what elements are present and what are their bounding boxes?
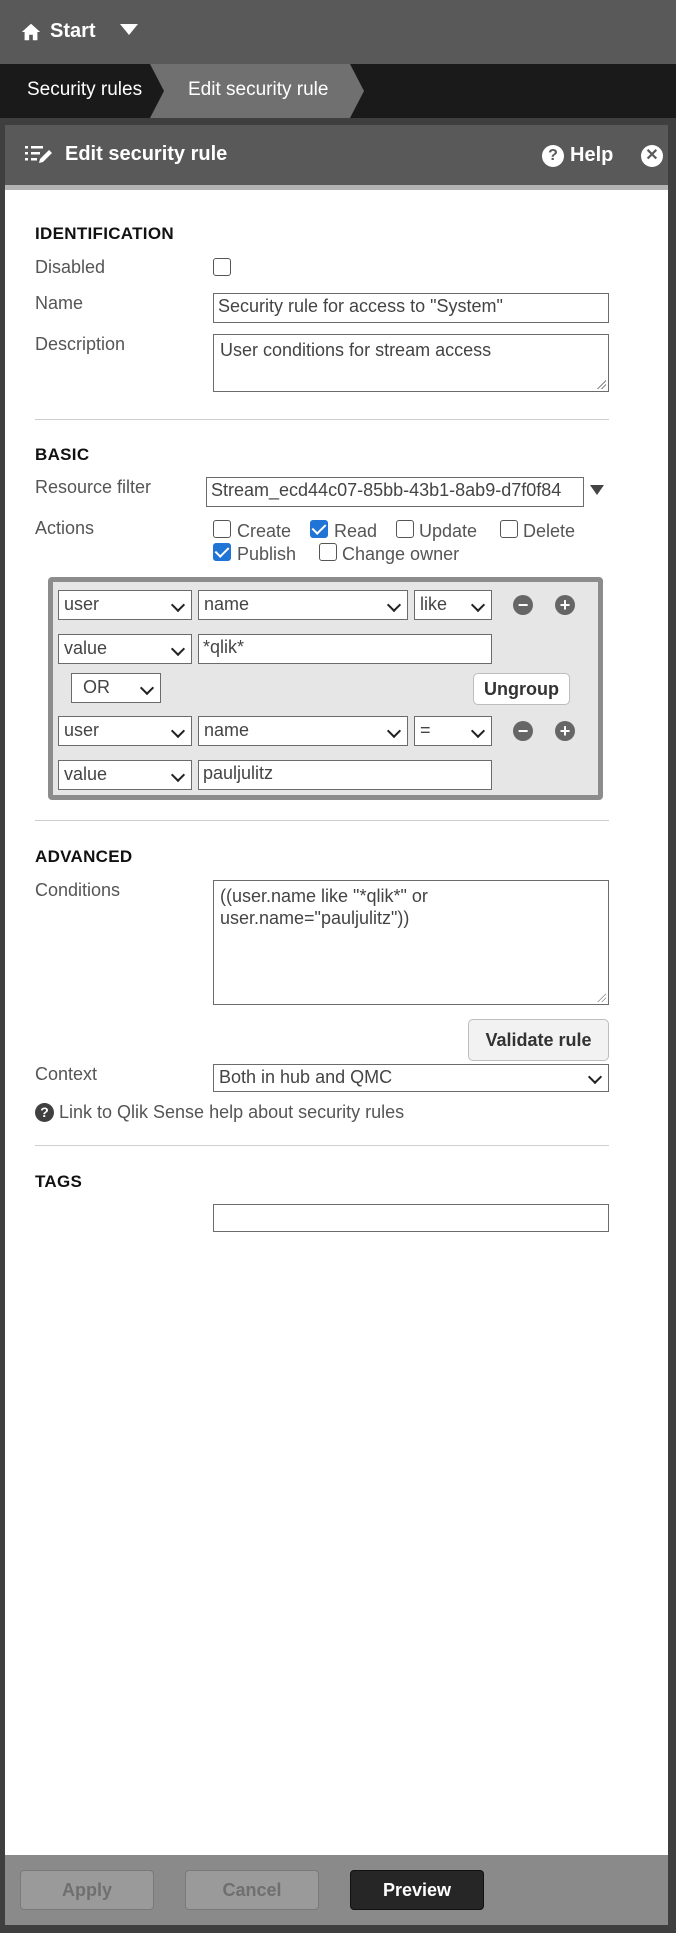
action-change-owner-label: Change owner xyxy=(342,544,460,564)
divider xyxy=(35,419,609,420)
condition-2-value-input[interactable]: pauljulitz xyxy=(198,760,492,790)
home-icon[interactable] xyxy=(20,21,42,43)
select-value: Both in hub and QMC xyxy=(219,1067,393,1087)
select-value: user xyxy=(64,594,100,614)
chevron-down-icon[interactable] xyxy=(120,24,138,35)
add-condition-2-button[interactable]: + xyxy=(555,721,575,741)
identification-heading: IDENTIFICATION xyxy=(35,224,174,243)
tags-heading: TAGS xyxy=(35,1172,83,1191)
action-update-label: Update xyxy=(419,521,478,541)
close-icon[interactable]: ✕ xyxy=(641,145,663,167)
chevron-down-icon xyxy=(170,641,186,657)
action-read-checkbox[interactable] xyxy=(310,520,328,538)
select-value: like xyxy=(420,594,448,614)
condition-2-operator-select[interactable]: = xyxy=(414,716,492,746)
tags-input[interactable] xyxy=(213,1204,609,1232)
condition-1-field-select[interactable]: name xyxy=(198,590,408,620)
select-value: = xyxy=(420,720,431,740)
start-menu-label[interactable]: Start xyxy=(50,20,96,43)
chevron-down-icon xyxy=(170,597,186,613)
action-publish-checkbox[interactable] xyxy=(213,543,231,561)
action-create-checkbox[interactable] xyxy=(213,520,231,538)
remove-condition-1-button[interactable]: − xyxy=(513,595,533,615)
select-value: name xyxy=(204,720,250,740)
select-value: value xyxy=(64,638,108,658)
caret-down-icon[interactable] xyxy=(590,485,604,495)
condition-2-field-select[interactable]: name xyxy=(198,716,408,746)
action-update-checkbox[interactable] xyxy=(396,520,414,538)
condition-1-operator-select[interactable]: like xyxy=(414,590,492,620)
name-input[interactable]: Security rule for access to "System" xyxy=(213,293,609,323)
resource-filter-label: Resource filter xyxy=(35,477,152,497)
cancel-button[interactable]: Cancel xyxy=(185,1870,319,1910)
breadcrumb-link-label[interactable]: Security rules xyxy=(27,79,142,101)
chevron-down-icon xyxy=(139,680,155,696)
select-value: value xyxy=(64,764,108,784)
action-create-label: Create xyxy=(237,521,292,541)
remove-condition-2-button[interactable]: − xyxy=(513,721,533,741)
panel-title: Edit security rule xyxy=(65,143,228,165)
chevron-down-icon xyxy=(170,767,186,783)
select-value: name xyxy=(204,594,250,614)
resize-handle[interactable] xyxy=(596,379,606,389)
breadcrumb-item-security-rules[interactable]: Security rules xyxy=(0,64,155,118)
select-value: user xyxy=(64,720,100,740)
conditions-text: ((user.name like "*qlik*" or user.name="… xyxy=(220,886,428,928)
condition-1-value-type-select[interactable]: value xyxy=(58,634,192,664)
disabled-label: Disabled xyxy=(35,257,106,277)
conditions-textarea[interactable]: ((user.name like "*qlik*" or user.name="… xyxy=(213,880,609,1005)
select-value: OR xyxy=(83,677,110,697)
condition-2-left-select[interactable]: user xyxy=(58,716,192,746)
actions-label: Actions xyxy=(35,518,95,538)
description-textarea[interactable]: User conditions for stream access xyxy=(213,334,609,392)
action-publish-label: Publish xyxy=(237,544,297,564)
resize-handle[interactable] xyxy=(596,992,606,1002)
preview-button[interactable]: Preview xyxy=(350,1870,484,1910)
joiner-select[interactable]: OR xyxy=(71,673,161,703)
chevron-down-icon xyxy=(170,723,186,739)
add-condition-1-button[interactable]: + xyxy=(555,595,575,615)
basic-heading: BASIC xyxy=(35,445,90,464)
chevron-down-icon xyxy=(386,723,402,739)
context-label: Context xyxy=(35,1064,98,1084)
apply-button[interactable]: Apply xyxy=(20,1870,154,1910)
top-bar: Start xyxy=(0,0,676,64)
action-read-label: Read xyxy=(334,521,378,541)
description-label: Description xyxy=(35,334,126,354)
resource-filter-input[interactable]: Stream_ecd44c07-85bb-43b1-8ab9-d7f0f84 xyxy=(206,477,584,507)
condition-1-value-input[interactable]: *qlik* xyxy=(198,634,492,664)
condition-1-left-select[interactable]: user xyxy=(58,590,192,620)
advanced-heading: ADVANCED xyxy=(35,847,133,866)
breadcrumb-current-label: Edit security rule xyxy=(188,79,329,100)
chevron-down-icon xyxy=(470,597,486,613)
divider xyxy=(35,820,609,821)
help-button[interactable]: Help xyxy=(570,144,613,167)
ungroup-button[interactable]: Ungroup xyxy=(473,673,570,705)
help-icon[interactable]: ? xyxy=(542,145,564,167)
description-text: User conditions for stream access xyxy=(220,340,492,360)
disabled-checkbox[interactable] xyxy=(213,258,231,276)
divider xyxy=(35,1145,609,1146)
header-divider xyxy=(5,185,668,190)
conditions-label: Conditions xyxy=(35,880,121,900)
chevron-down-icon xyxy=(587,1069,603,1085)
action-change-owner-checkbox[interactable] xyxy=(319,543,337,561)
action-delete-checkbox[interactable] xyxy=(500,520,518,538)
chevron-down-icon xyxy=(386,597,402,613)
help-circle-icon: ? xyxy=(35,1103,54,1122)
name-label: Name xyxy=(35,293,84,313)
edit-list-icon xyxy=(25,146,52,163)
help-link[interactable]: Link to Qlik Sense help about security r… xyxy=(59,1102,404,1123)
breadcrumb-item-current: Edit security rule xyxy=(150,64,364,118)
chevron-down-icon xyxy=(470,723,486,739)
panel-header: Edit security rule ? Help ✕ xyxy=(5,125,668,185)
context-select[interactable]: Both in hub and QMC xyxy=(213,1064,609,1092)
action-delete-label: Delete xyxy=(523,521,576,541)
validate-rule-button[interactable]: Validate rule xyxy=(468,1019,609,1061)
condition-2-value-type-select[interactable]: value xyxy=(58,760,192,790)
